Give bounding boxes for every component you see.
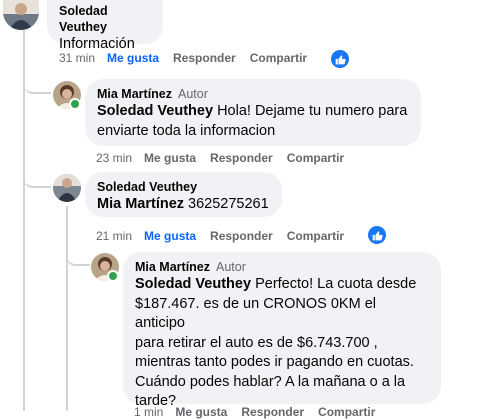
comment-actions: 31 min Me gusta Responder Compartir [59,51,321,65]
comment-author[interactable]: Soledad Veuthey [97,179,270,195]
author-badge: Autor [216,260,246,274]
comment-bubble: Soledad Veuthey Mia Martínez 3625275261 [85,172,282,217]
share-button[interactable]: Compartir [318,405,375,419]
avatar-photo-icon [3,0,39,30]
avatar[interactable] [53,174,81,202]
reaction-badge[interactable] [330,49,350,69]
comment-text-line: mientras tanto podes ir pagando en cuota… [135,354,414,370]
share-button[interactable]: Compartir [287,229,344,243]
comment-timestamp[interactable]: 21 min [96,229,132,243]
like-button[interactable]: Me gusta [144,229,196,243]
comment-text-line: Perfecto! La cuota desde [255,276,417,292]
comment-timestamp[interactable]: 1 min [134,405,163,419]
mention-link[interactable]: Soledad Veuthey [135,276,251,292]
author-badge: Autor [178,87,208,101]
thread-connector-1 [23,78,51,94]
online-status-dot [107,270,119,282]
comment-bubble: Mia Martínez Autor Soledad Veuthey Hola! … [85,79,421,146]
comment-text-line: enviarte toda la informacion [97,122,276,139]
reply-button[interactable]: Responder [210,151,273,165]
comment-actions: 21 min Me gusta Responder Compartir [96,229,358,243]
comment-text-line: Hola! Dejame tu numero para [217,103,408,119]
reaction-badge[interactable] [367,225,387,245]
comment-timestamp[interactable]: 31 min [59,51,95,65]
comment-author[interactable]: Soledad Veuthey [59,3,151,35]
comment-timestamp[interactable]: 23 min [96,151,132,165]
comment-bubble: Soledad Veuthey Información [47,0,163,52]
mention-link[interactable]: Soledad Veuthey [97,103,213,119]
share-button[interactable]: Compartir [287,151,344,165]
reply-button[interactable]: Responder [210,229,273,243]
comment-actions: 1 min Me gusta Responder Compartir [134,405,389,419]
online-status-dot [69,98,81,110]
like-button[interactable]: Me gusta [175,405,227,419]
comment-text-value: 3625275261 [188,196,269,212]
comment-text-line: $187.467. es de un CRONOS 0KM el anticip… [135,295,376,332]
comment-author[interactable]: Mia Martínez [97,87,172,101]
comment-text: Soledad Veuthey Hola! Dejame tu numero p… [97,102,409,141]
thumbs-up-icon [335,54,346,64]
comment-header: Mia Martínez Autor [97,86,409,102]
comment-actions: 23 min Me gusta Responder Compartir [96,151,358,165]
like-button[interactable]: Me gusta [107,51,159,65]
comment-text-line: para retirar el auto es de $6.743.700 , [135,334,378,351]
reply-button[interactable]: Responder [241,405,304,419]
comment-bubble: Mia Martínez Autor Soledad Veuthey Perfec… [123,252,441,409]
reply-button[interactable]: Responder [173,51,236,65]
comment-text: Soledad Veuthey Perfecto! La cuota desde… [135,275,429,412]
comment-text: Mia Martínez 3625275261 [97,195,270,215]
comment-text-line: Cuándo podes hablar? A la mañana o a la [135,373,406,390]
mention-link[interactable]: Mia Martínez [97,196,184,212]
avatar[interactable] [3,0,39,30]
thumbs-up-icon [372,230,383,240]
comment-header: Mia Martínez Autor [135,259,429,275]
thread-line-reply [66,206,68,411]
thread-connector-2 [23,168,51,188]
comment-author[interactable]: Mia Martínez [135,260,210,274]
thread-connector-3 [66,250,90,266]
like-button[interactable]: Me gusta [144,151,196,165]
share-button[interactable]: Compartir [250,51,307,65]
avatar-photo-icon [53,174,81,202]
